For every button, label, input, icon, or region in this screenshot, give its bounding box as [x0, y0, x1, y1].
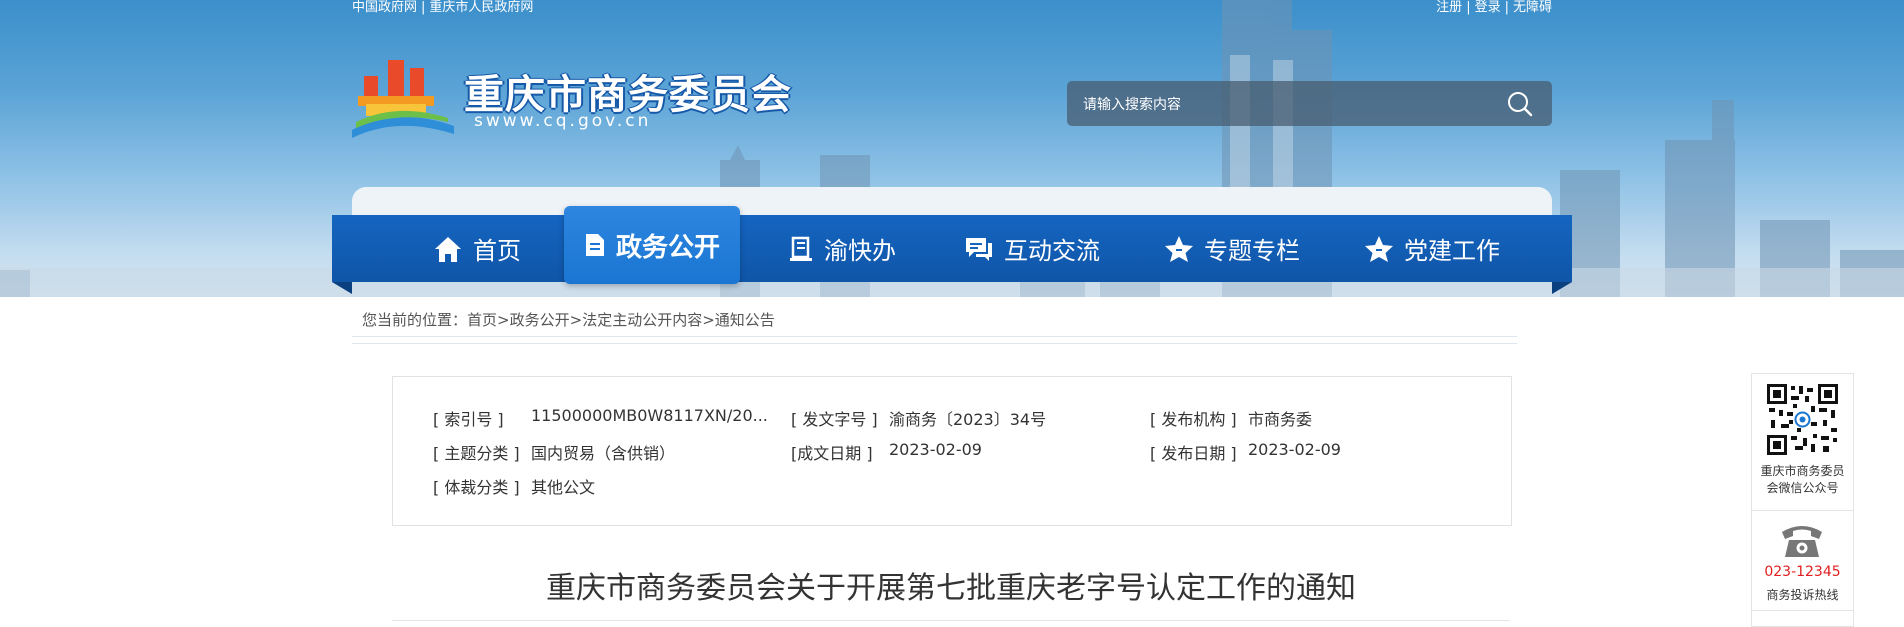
qr-caption: 重庆市商务委员 [1760, 464, 1845, 478]
search-icon[interactable] [1506, 90, 1534, 118]
main-nav: 首页 政务公开 渝快办 互动交流 专题专栏 党建工作 [332, 206, 1572, 284]
home-icon [435, 236, 461, 262]
breadcrumb-prefix: 您当前的位置： [362, 311, 468, 329]
meta-genre-category: [ 体裁分类 ] 其他公文 [433, 478, 596, 497]
qr-caption: 会微信公众号 [1766, 481, 1839, 495]
nav-item-special-topics[interactable]: 专题专栏 [1132, 215, 1332, 282]
star-icon [1165, 235, 1193, 262]
breadcrumb-home[interactable]: 首页 [467, 311, 497, 329]
divider [352, 336, 1517, 337]
meta-document-number: [ 发文字号 ] 渝商务〔2023〕34号 [791, 410, 1047, 429]
divider [1752, 610, 1853, 611]
telephone-icon [1782, 526, 1822, 557]
breadcrumb-statutory-disclosure[interactable]: 法定主动公开内容 [582, 311, 702, 329]
nav-item-party-building[interactable]: 党建工作 [1332, 215, 1532, 282]
accessibility-link[interactable]: 无障碍 [1513, 0, 1552, 15]
site-domain: swww.cq.gov.cn [474, 111, 652, 131]
divider [352, 343, 1517, 344]
logo-emblem-icon[interactable] [352, 58, 454, 138]
meta-topic-category: [ 主题分类 ] 国内贸易（含供销） [433, 444, 676, 463]
link-cq-gov[interactable]: 重庆市人民政府网 [429, 0, 533, 15]
top-links-right: 注册 | 登录 | 无障碍 [1436, 0, 1552, 15]
document-title: 重庆市商务委员会关于开展第七批重庆老字号认定工作的通知 [546, 571, 1356, 606]
breadcrumb: 您当前的位置：首页>政务公开>法定主动公开内容>通知公告 [362, 311, 775, 329]
search-input[interactable] [1081, 89, 1485, 120]
login-link[interactable]: 登录 [1475, 0, 1501, 15]
document-meta-box: [ 索引号 ] 11500000MB0W8117XN/20... [ 发文字号 … [392, 376, 1512, 526]
hotline-caption: 商务投诉热线 [1766, 588, 1839, 602]
divider [392, 620, 1510, 621]
meta-issuing-agency: [ 发布机构 ] 市商务委 [1150, 410, 1313, 429]
nav-item-yukuaiban[interactable]: 渝快办 [762, 215, 922, 282]
book-icon [790, 236, 812, 261]
nav-item-government-affairs[interactable]: 政务公开 [564, 206, 740, 284]
chat-icon [966, 237, 992, 261]
right-float-panel: 重庆市商务委员 会微信公众号 023-12345 商务投诉热线 [1751, 373, 1854, 627]
nav-item-home[interactable]: 首页 [402, 215, 552, 282]
breadcrumb-notices[interactable]: 通知公告 [715, 311, 775, 329]
search-box [1067, 81, 1552, 126]
top-links-left: 中国政府网 | 重庆市人民政府网 [352, 0, 534, 15]
star-icon [1365, 235, 1393, 262]
document-icon [585, 234, 604, 256]
register-link[interactable]: 注册 [1436, 0, 1462, 15]
divider [1752, 510, 1853, 511]
nav-fold-right [1552, 282, 1572, 294]
nav-item-interaction[interactable]: 互动交流 [932, 215, 1132, 282]
nav-fold-left [332, 282, 352, 294]
hotline-number[interactable]: 023-12345 [1752, 564, 1853, 580]
meta-creation-date: [成文日期 ] 2023-02-09 [791, 440, 982, 463]
meta-index-number: [ 索引号 ] 11500000MB0W8117XN/20... [433, 406, 768, 429]
qr-code-icon [1767, 384, 1838, 455]
link-gov-cn[interactable]: 中国政府网 [352, 0, 417, 15]
meta-publish-date: [ 发布日期 ] 2023-02-09 [1150, 440, 1341, 463]
breadcrumb-government-affairs[interactable]: 政务公开 [510, 311, 570, 329]
